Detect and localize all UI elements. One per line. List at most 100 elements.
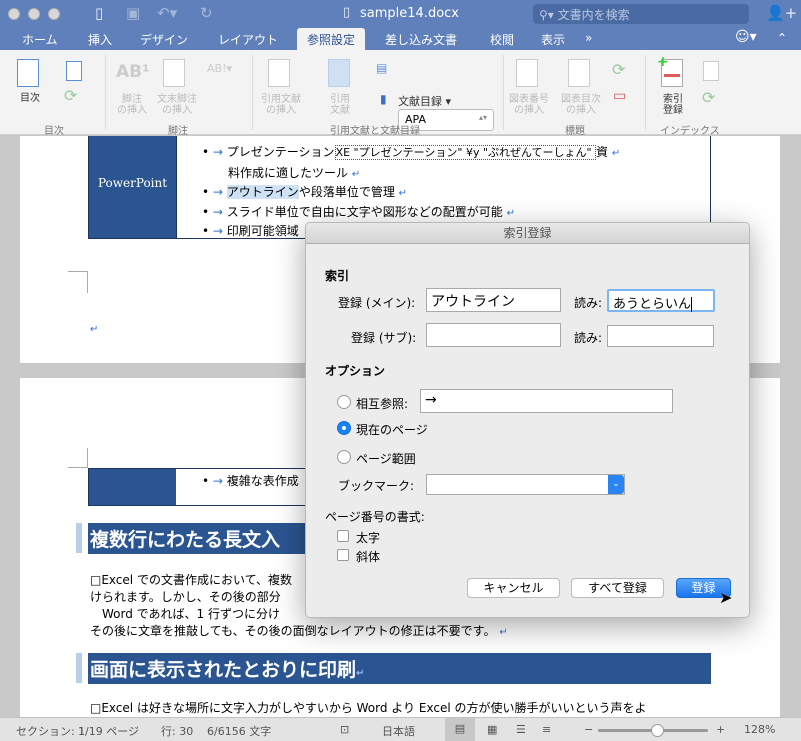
main-reading-input[interactable]: あうとらいん: [607, 289, 715, 312]
insert-caption-button[interactable]: 図表番号 の挿入: [506, 94, 552, 116]
table-of-contents-icon[interactable]: [17, 59, 39, 87]
current-page-radio[interactable]: [337, 421, 351, 435]
index-field: XE "プレゼンテーション" ¥y "ぷれぜんてーしょん": [334, 145, 597, 160]
sub-entry-label: 登録 (サブ):: [351, 331, 417, 345]
sub-entry-input[interactable]: [426, 323, 561, 347]
bullet-text: スライド単位で自由に文字や図形などの配置が可能: [226, 205, 503, 219]
bullet-text: 複雑な表作成: [226, 474, 299, 488]
group-label-footnotes: 脚注: [168, 126, 188, 137]
status-language[interactable]: 日本語: [382, 723, 415, 739]
group-label-index: インデックス: [660, 126, 720, 137]
insert-table-of-figures-button[interactable]: 図表目次 の挿入: [558, 94, 604, 116]
divider: [252, 55, 253, 130]
tab-layout[interactable]: レイアウト: [218, 31, 278, 48]
cross-reference-input[interactable]: →: [420, 389, 673, 413]
group-label-citations: 引用文献と文献目録: [330, 126, 420, 137]
status-page[interactable]: 1/19 ページ: [78, 723, 139, 739]
main-entry-input[interactable]: アウトライン: [426, 288, 561, 312]
endnote-icon[interactable]: [163, 59, 185, 87]
insert-index-icon[interactable]: [703, 61, 719, 81]
paragraph-line: □Excel は好きな場所に文字入力がしやすいから Word より Excel …: [90, 701, 647, 715]
zoom-out-button[interactable]: −: [584, 723, 593, 736]
bold-label: 太字: [356, 531, 381, 545]
close-window-button[interactable]: [8, 8, 20, 20]
redo-icon[interactable]: ↻: [200, 4, 213, 22]
share-user-icon[interactable]: 👤+: [766, 4, 797, 22]
bookmark-select[interactable]: ⌄: [426, 474, 625, 495]
ribbon: 目次 ⟳ 目次 AB¹ 脚注 の挿入 文末脚注 の挿入 AB!▾ 脚注 引用文献…: [0, 50, 801, 137]
smiley-feedback-icon[interactable]: ☺▾: [735, 29, 757, 45]
tab-review[interactable]: 校閲: [490, 31, 514, 48]
sidebar-toggle-icon[interactable]: ▯: [95, 4, 103, 22]
save-icon[interactable]: ▣: [126, 4, 140, 22]
search-input[interactable]: ⚲▾ 文書内を検索: [533, 4, 749, 24]
cross-reference-radio[interactable]: [337, 395, 351, 409]
bullet-text: や段落単位で管理: [298, 185, 395, 199]
bold-checkbox[interactable]: [337, 530, 349, 542]
tab-references[interactable]: 参照設定: [297, 28, 366, 50]
tab-mailings[interactable]: 差し込み文書: [385, 31, 457, 48]
zoom-window-button[interactable]: [48, 8, 60, 20]
paragraph-line: Word であれば、1 行ずつに分け: [90, 607, 280, 621]
print-layout-view-icon[interactable]: ▤: [445, 718, 475, 741]
tab-view[interactable]: 表示: [541, 31, 565, 48]
zoom-slider[interactable]: [598, 724, 708, 737]
tab-design[interactable]: デザイン: [140, 31, 188, 48]
insert-citation-icon[interactable]: [268, 59, 290, 87]
title-bar: ▯ ▣ ↶▾ ↻ ▯ sample14.docx ⚲▾ 文書内を検索 👤+: [0, 0, 801, 28]
collapse-ribbon-icon[interactable]: ⌃: [777, 31, 787, 45]
bibliography-button[interactable]: 文献目録 ▾: [398, 93, 451, 109]
group-label-toc: 目次: [44, 126, 64, 137]
selected-text[interactable]: アウトライン: [226, 185, 299, 199]
tab-more[interactable]: »: [585, 31, 592, 45]
mark-all-button[interactable]: すべて登録: [571, 578, 664, 598]
tab-insert[interactable]: 挿入: [88, 31, 112, 48]
italic-checkbox[interactable]: [337, 549, 349, 561]
next-footnote-icon[interactable]: AB!▾: [207, 62, 232, 75]
insert-caption-icon[interactable]: [516, 59, 538, 87]
page-range-label: ページ範囲: [356, 452, 416, 466]
minimize-window-button[interactable]: [28, 8, 40, 20]
sub-reading-input[interactable]: [607, 325, 714, 347]
update-index-icon[interactable]: ⟳: [702, 88, 715, 107]
insert-citation-button[interactable]: 引用文献 の挿入: [258, 94, 304, 116]
paragraph-line: その後に文章を推敲しても、その後の面倒なレイアウトの修正は不要です。 ↵: [90, 624, 508, 638]
insert-footnote-button[interactable]: 脚注 の挿入: [112, 94, 152, 116]
cross-reference-icon[interactable]: ▭: [613, 88, 626, 104]
mark-entry-button[interactable]: 索引 登録: [655, 94, 691, 116]
status-word-count[interactable]: 6/6156 文字: [207, 723, 271, 739]
zoom-in-button[interactable]: +: [716, 723, 725, 736]
heading-marker: [76, 523, 82, 553]
update-figures-icon[interactable]: ⟳: [612, 60, 625, 79]
plus-icon: +: [657, 54, 669, 70]
mark-index-entry-dialog: 索引登録 索引 登録 (メイン): アウトライン 読み: あうとらいん 登録 (…: [305, 222, 750, 618]
heading-marker: [76, 653, 82, 683]
table-of-figures-icon[interactable]: [568, 59, 590, 87]
cancel-button[interactable]: キャンセル: [467, 578, 560, 598]
tab-home[interactable]: ホーム: [22, 31, 58, 48]
citations-icon[interactable]: [328, 59, 350, 87]
web-layout-view-icon[interactable]: ▦: [487, 723, 497, 736]
bullet-text: プレゼンテーション: [226, 145, 335, 159]
proofing-icon[interactable]: ⊡: [340, 723, 349, 736]
insert-endnote-button[interactable]: 文末脚注 の挿入: [154, 94, 200, 116]
draft-view-icon[interactable]: ≡: [542, 723, 551, 736]
page-range-radio[interactable]: [337, 450, 351, 464]
main-reading-label: 読み:: [574, 296, 603, 310]
bookmark-label: ブックマーク:: [338, 479, 415, 493]
undo-icon[interactable]: ↶▾: [157, 4, 177, 22]
zoom-level[interactable]: 128%: [744, 723, 775, 736]
update-table-icon[interactable]: ⟳: [64, 86, 77, 105]
outline-view-icon[interactable]: ☰: [516, 723, 526, 736]
status-bar: セクション: 1 1/19 ページ 行: 30 6/6156 文字 ⊡ 日本語 …: [0, 717, 801, 741]
toc-button[interactable]: 目次: [12, 93, 48, 104]
index-section-label: 索引: [325, 269, 350, 283]
main-entry-label: 登録 (メイン):: [338, 296, 416, 310]
text-cursor: [691, 297, 693, 312]
add-text-icon[interactable]: [66, 61, 82, 81]
margin-mark: [68, 271, 88, 293]
bullet-item: • → 印刷可能領域: [202, 224, 299, 238]
zoom-slider-thumb[interactable]: [650, 724, 664, 737]
citations-button[interactable]: 引用 文献: [322, 94, 358, 116]
footnote-icon[interactable]: AB¹: [116, 62, 150, 82]
